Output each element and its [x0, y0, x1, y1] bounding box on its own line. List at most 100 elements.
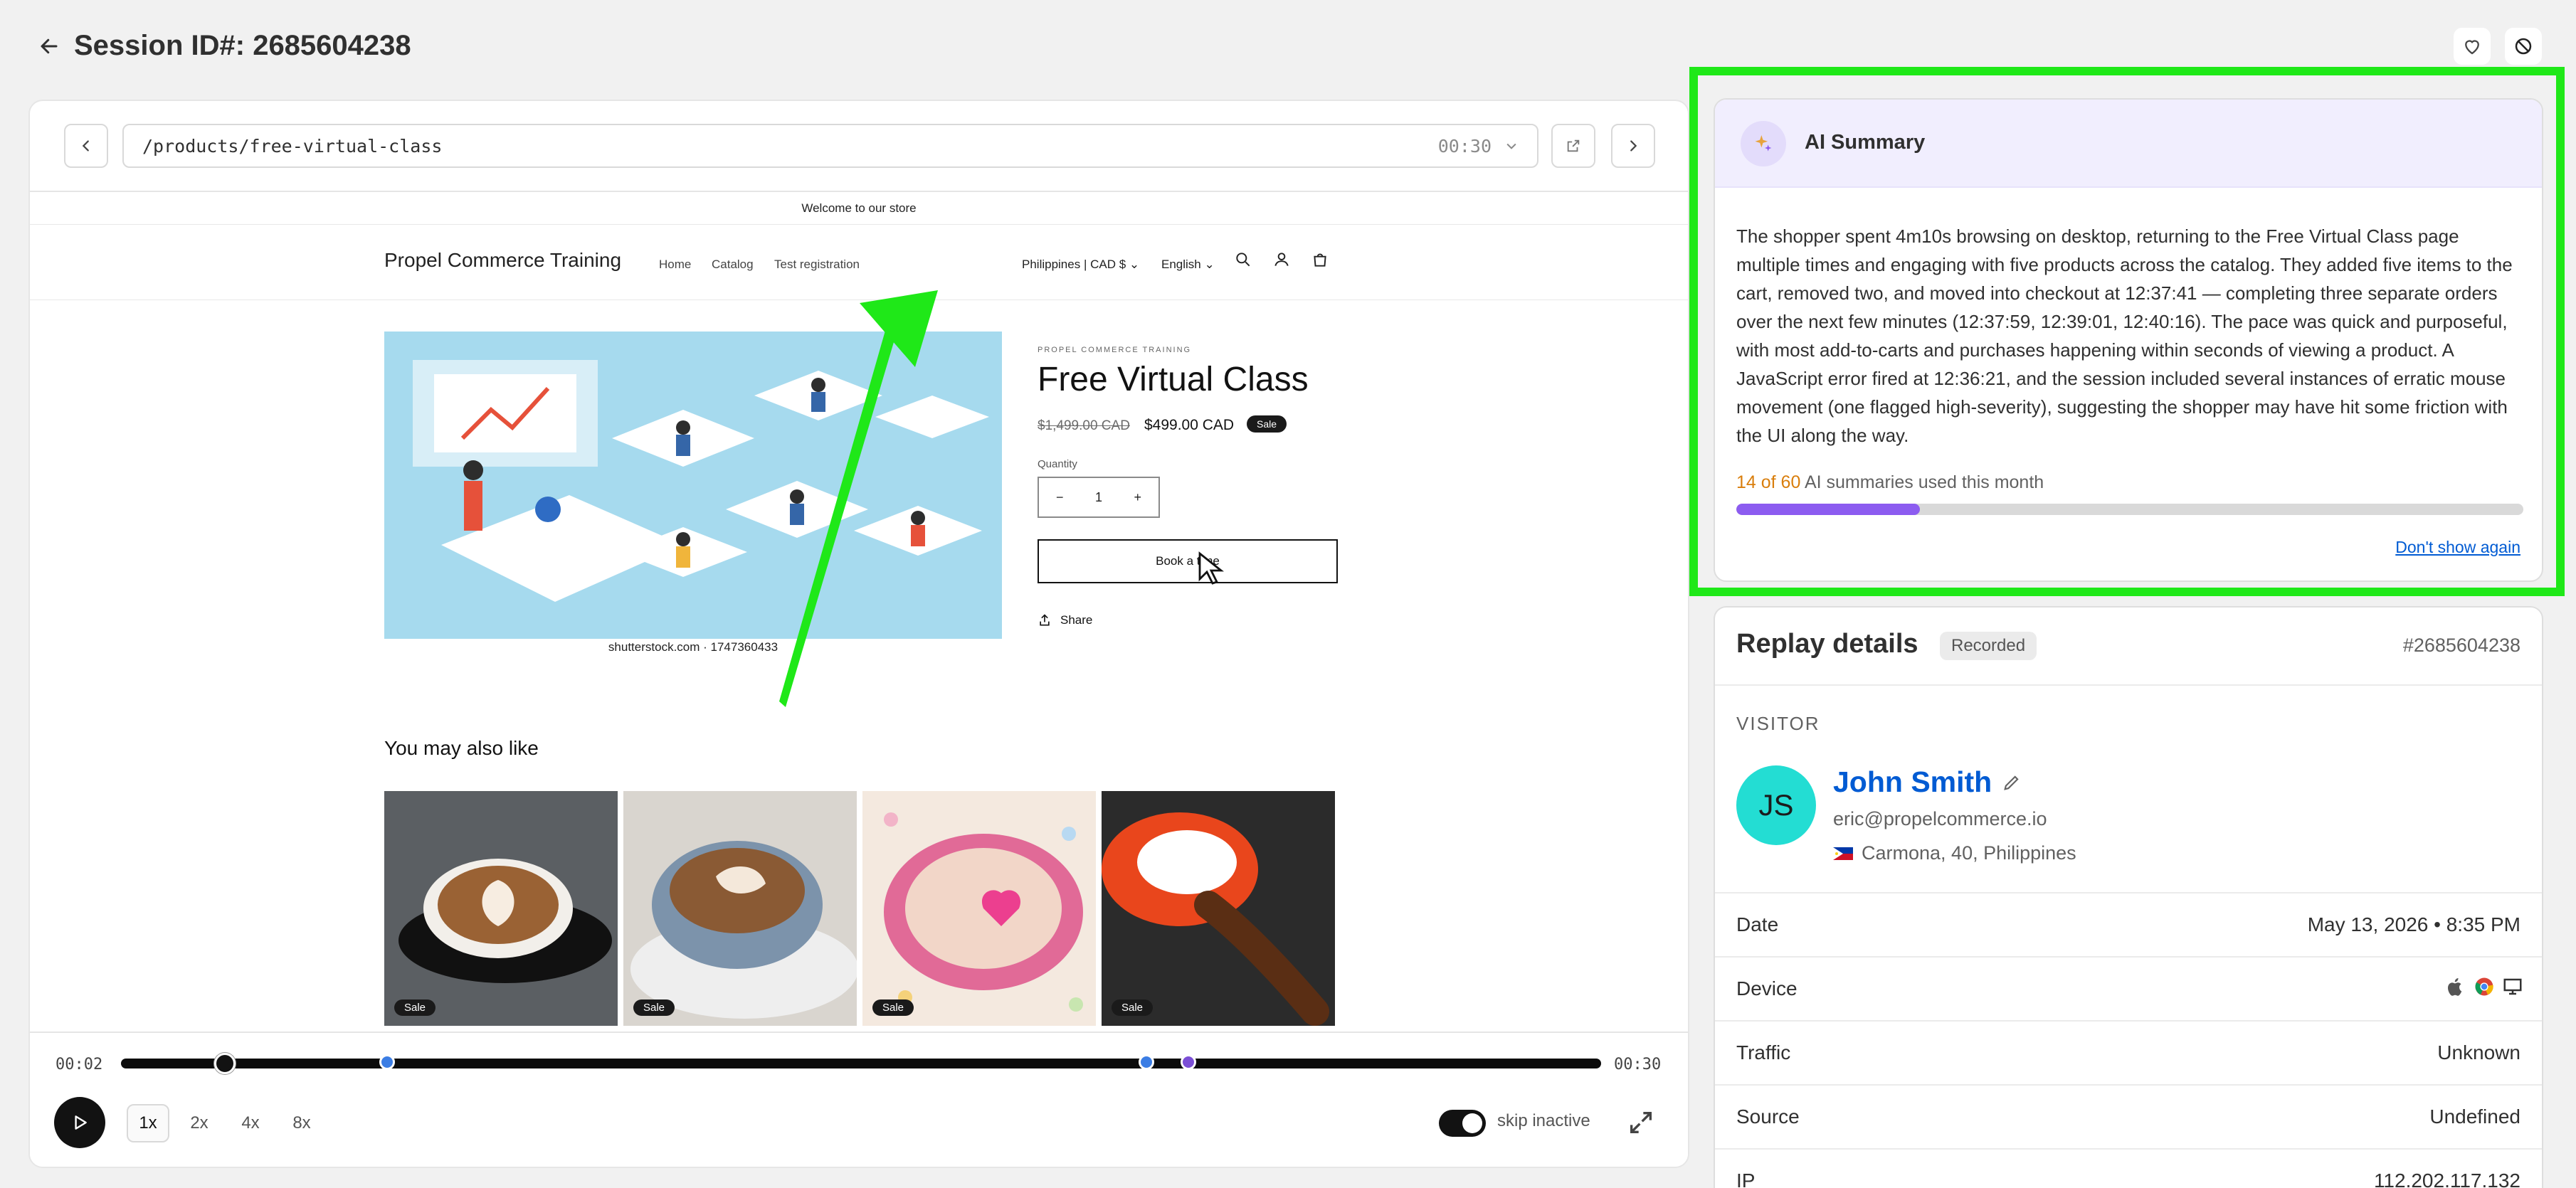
store-brand[interactable]: Propel Commerce Training: [384, 249, 621, 272]
speed-4x-button[interactable]: 4x: [229, 1104, 272, 1142]
open-external-button[interactable]: [1551, 124, 1595, 168]
sparkle-icon: [1755, 135, 1772, 152]
avatar: JS: [1736, 765, 1816, 845]
visitor-location: Carmona, 40, Philippines: [1833, 842, 2076, 864]
product-vendor: PROPEL COMMERCE TRAINING: [1038, 346, 1192, 354]
play-button[interactable]: [54, 1097, 105, 1148]
ai-usage-label: 14 of 60 AI summaries used this month: [1736, 472, 2044, 493]
block-icon: [2515, 38, 2532, 55]
detail-label: Date: [1736, 913, 1779, 935]
arrow-left-icon: [41, 38, 58, 54]
ai-summary-title: AI Summary: [1805, 131, 1926, 154]
detail-value: May 13, 2026 • 8:35 PM: [2307, 913, 2520, 935]
visitor-section-label: VISITOR: [1736, 713, 1820, 734]
timeline-handle[interactable]: [213, 1053, 236, 1074]
favorite-button[interactable]: [2454, 28, 2491, 65]
quantity-stepper[interactable]: − 1 +: [1038, 477, 1160, 518]
share-icon: [1040, 614, 1050, 626]
product-price: $499.00 CAD: [1144, 417, 1235, 433]
current-time: 00:02: [56, 1056, 103, 1073]
pink-latte-image: [862, 791, 1096, 1026]
detail-row-device: Device: [1715, 956, 2542, 1020]
ai-summary-header: AI Summary: [1715, 100, 2542, 188]
desktop-icon: [2503, 978, 2522, 995]
cart-icon[interactable]: [1311, 250, 1329, 269]
replay-details-title: Replay details: [1736, 629, 1918, 659]
pencil-icon[interactable]: [2002, 773, 2022, 792]
external-link-icon: [1567, 139, 1580, 152]
ai-usage-count: 14 of 60: [1736, 472, 1801, 492]
detail-label: IP: [1736, 1170, 1756, 1188]
status-badge: Recorded: [1940, 632, 2037, 660]
related-product-card[interactable]: Sale: [862, 791, 1096, 1026]
previous-page-button[interactable]: [64, 124, 108, 168]
visitor-location-text: Carmona, 40, Philippines: [1862, 842, 2076, 864]
book-a-time-button[interactable]: Book a time: [1038, 539, 1338, 583]
replay-details-card: Replay details Recorded #2685604238 VISI…: [1714, 606, 2543, 1188]
ai-usage-bar-fill: [1736, 504, 1920, 515]
url-bar: /products/free-virtual-class 00:30: [30, 101, 1688, 192]
ai-usage-bar: [1736, 504, 2523, 515]
page-title: Session ID#: 2685604238: [74, 30, 411, 61]
quantity-increase-button[interactable]: +: [1134, 490, 1141, 505]
quantity-value[interactable]: 1: [1095, 490, 1102, 505]
ai-usage-text: AI summaries used this month: [1804, 472, 2044, 492]
store-nav-home[interactable]: Home: [659, 258, 691, 272]
sale-badge: Sale: [872, 999, 914, 1016]
visitor-email: eric@propelcommerce.io: [1833, 808, 2047, 829]
heart-icon: [2465, 40, 2479, 55]
related-product-card[interactable]: Sale: [1102, 791, 1335, 1026]
store-nav-catalog[interactable]: Catalog: [712, 258, 754, 272]
sale-badge: Sale: [394, 999, 436, 1016]
speed-1x-button[interactable]: 1x: [127, 1104, 169, 1142]
speed-8x-button[interactable]: 8x: [280, 1104, 323, 1142]
compare-price: $1,499.00 CAD: [1038, 418, 1130, 433]
chevron-left-icon: [82, 140, 89, 152]
ai-summary-card: AI Summary The shopper spent 4m10s brows…: [1714, 98, 2543, 582]
url-timestamp: 00:30: [1437, 135, 1492, 157]
chevron-down-icon: [1506, 143, 1516, 149]
account-icon[interactable]: [1272, 250, 1291, 269]
replay-details-header: Replay details Recorded #2685604238: [1715, 608, 2542, 686]
fullscreen-icon[interactable]: [1627, 1108, 1655, 1137]
share-label: Share: [1060, 613, 1093, 627]
skip-inactive-toggle[interactable]: [1439, 1110, 1486, 1137]
search-icon[interactable]: [1234, 250, 1252, 269]
detail-row-source: Source Undefined: [1715, 1084, 2542, 1148]
detail-row-traffic: Traffic Unknown: [1715, 1020, 2542, 1084]
coffee-beans-image: [1102, 791, 1335, 1026]
url-path: /products/free-virtual-class: [142, 135, 443, 157]
playback-controls: 00:02 00:30 1x 2x 4x 8x skip inactive: [30, 1031, 1688, 1167]
speed-2x-button[interactable]: 2x: [178, 1104, 221, 1142]
sale-badge: Sale: [1247, 415, 1287, 433]
language-label: English: [1161, 258, 1201, 271]
back-button[interactable]: [31, 28, 67, 64]
detail-row-date: Date May 13, 2026 • 8:35 PM: [1715, 892, 2542, 956]
detail-value: Undefined: [2429, 1105, 2520, 1128]
store-nav-test-registration[interactable]: Test registration: [774, 258, 860, 272]
page-url-select[interactable]: /products/free-virtual-class 00:30: [122, 124, 1538, 168]
related-product-card[interactable]: Sale: [623, 791, 857, 1026]
visitor-name[interactable]: John Smith: [1833, 765, 1992, 799]
timeline-scrubber[interactable]: [121, 1059, 1601, 1068]
detail-row-ip: IP 112.202.117.132: [1715, 1148, 2542, 1188]
detail-value: Unknown: [2437, 1041, 2520, 1064]
block-button[interactable]: [2505, 28, 2542, 65]
ai-summary-text: The shopper spent 4m10s browsing on desk…: [1736, 226, 2513, 446]
next-page-button[interactable]: [1611, 124, 1655, 168]
dont-show-again-link[interactable]: Don't show again: [2395, 538, 2520, 557]
product-title: Free Virtual Class: [1038, 361, 1309, 398]
language-selector[interactable]: English ⌄: [1161, 258, 1215, 272]
detail-label: Traffic: [1736, 1041, 1791, 1064]
event-marker-icon[interactable]: [1180, 1054, 1196, 1070]
sale-badge: Sale: [1112, 999, 1154, 1016]
quantity-label: Quantity: [1038, 458, 1077, 470]
country-selector[interactable]: Philippines | CAD $ ⌄: [1022, 258, 1139, 272]
latte-art-image: [384, 791, 618, 1026]
session-reference: #2685604238: [2402, 635, 2520, 656]
share-button[interactable]: Share: [1038, 613, 1092, 627]
detail-value: 112.202.117.132: [2373, 1170, 2520, 1188]
visitor-name-link[interactable]: John Smith: [1833, 765, 2022, 799]
quantity-decrease-button[interactable]: −: [1056, 490, 1064, 505]
related-product-card[interactable]: Sale: [384, 791, 618, 1026]
